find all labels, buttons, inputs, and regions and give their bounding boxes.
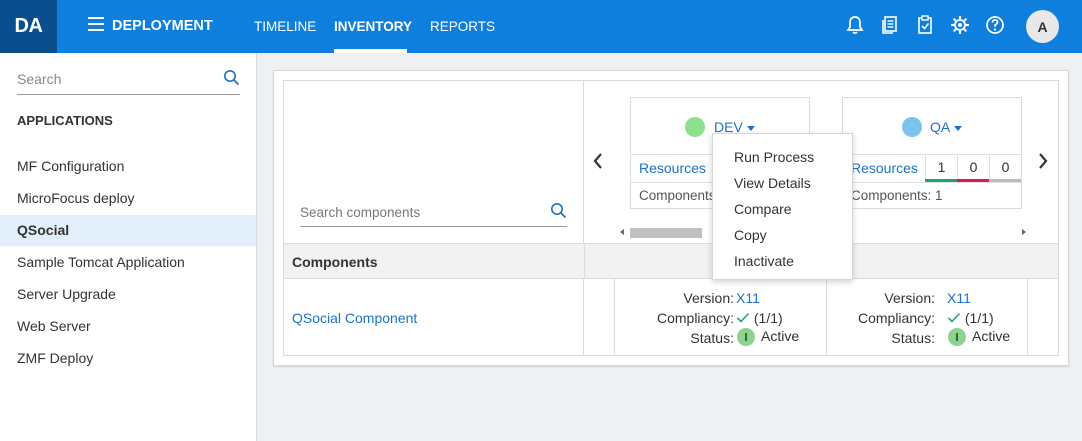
chevron-left-icon[interactable] [591,151,605,171]
environment-color-dot [902,117,922,137]
clipboard-icon[interactable] [915,14,935,36]
caret-down-icon [954,125,963,131]
version-cell-dev: Version: X11 Compliancy: (1/1) Status: A… [615,279,826,355]
app-logo: DA [0,0,57,53]
sidebar-item-qsocial[interactable]: QSocial [0,215,256,246]
checkmark-icon [947,312,961,323]
components-header: Components [292,254,378,270]
version-cell-qa: Version: X11 Compliancy: (1/1) Status: A… [827,279,1027,355]
sidebar-item-server-upgrade[interactable]: Server Upgrade [0,279,256,310]
compliancy-value: (1/1) [753,310,783,326]
hamburger-menu-icon[interactable] [88,17,104,31]
sidebar-item-sample-tomcat-application[interactable]: Sample Tomcat Application [0,247,256,278]
checkmark-icon [736,312,750,323]
resource-count-online: 1 [925,155,957,181]
chevron-right-icon[interactable] [1036,151,1050,171]
resource-count-offline: 0 [957,155,989,181]
scroll-left-arrow-icon[interactable] [620,229,624,235]
component-search [300,199,567,227]
applications-heading: APPLICATIONS [17,113,113,128]
inventory-grid: Components QSocial Component DEV Resourc… [283,80,1059,356]
status-value: Active [761,328,800,344]
sidebar-item-mf-configuration[interactable]: MF Configuration [0,151,256,182]
top-bar: DA DEPLOYMENT TIMELINE INVENTORY REPORTS [0,0,1082,53]
sidebar-item-zmf-deploy[interactable]: ZMF Deploy [0,343,256,374]
version-link[interactable]: X11 [736,290,760,306]
sidebar: APPLICATIONS MF Configuration MicroFocus… [0,53,257,441]
tab-inventory[interactable]: INVENTORY [334,19,412,34]
menu-item-run-process[interactable]: Run Process [734,149,814,165]
version-label: Version: [884,290,935,306]
sidebar-search [17,67,240,95]
version-link[interactable]: X11 [947,290,971,306]
menu-item-compare[interactable]: Compare [734,201,792,217]
divider [843,182,1021,183]
divider [1027,279,1028,355]
search-icon[interactable] [223,69,240,86]
menu-item-view-details[interactable]: View Details [734,175,811,191]
active-tab-indicator [334,49,407,53]
sidebar-item-microfocus-deploy[interactable]: MicroFocus deploy [0,183,256,214]
inventory-panel: Components QSocial Component DEV Resourc… [273,70,1069,366]
component-search-input[interactable] [300,199,540,225]
status-label: Status: [690,330,734,346]
app-title[interactable]: DEPLOYMENT [112,18,213,34]
help-icon[interactable] [985,14,1005,36]
compliancy-label: Compliancy: [857,310,935,326]
documents-icon[interactable] [880,14,900,36]
components-header-row: Components [284,244,1058,278]
environment-name-dropdown[interactable]: QA [930,119,963,135]
sidebar-item-web-server[interactable]: Web Server [0,311,256,342]
environment-card-qa: QA Resources 1 0 0 Components: 1 [842,97,1022,209]
status-label: Status: [891,330,935,346]
tab-reports[interactable]: REPORTS [430,19,495,34]
status-active-icon [737,328,755,347]
resource-count-other: 0 [989,155,1021,181]
environment-actions-menu: Run Process View Details Compare Copy In… [712,133,853,280]
version-label: Version: [683,290,734,306]
compliancy-label: Compliancy: [656,310,734,326]
sidebar-search-input[interactable] [17,67,217,91]
bell-icon[interactable] [845,14,865,36]
environment-color-dot [685,117,705,137]
tab-timeline[interactable]: TIMELINE [254,19,316,34]
scroll-right-arrow-icon[interactable] [1022,229,1026,235]
menu-item-inactivate[interactable]: Inactivate [734,253,794,269]
status-value: Active [972,328,1011,344]
resources-link[interactable]: Resources [639,160,706,176]
compliancy-value: (1/1) [964,310,994,326]
scrollbar-thumb[interactable] [630,228,702,238]
component-link-qsocial[interactable]: QSocial Component [292,310,417,326]
search-icon[interactable] [550,202,567,219]
status-active-icon [948,328,966,347]
menu-item-copy[interactable]: Copy [734,227,767,243]
divider [584,244,585,278]
caret-down-icon [746,125,755,131]
gear-icon[interactable] [950,14,970,36]
resources-link[interactable]: Resources [851,160,918,176]
user-avatar[interactable]: A [1026,10,1059,43]
components-count: Components: 1 [851,188,943,203]
